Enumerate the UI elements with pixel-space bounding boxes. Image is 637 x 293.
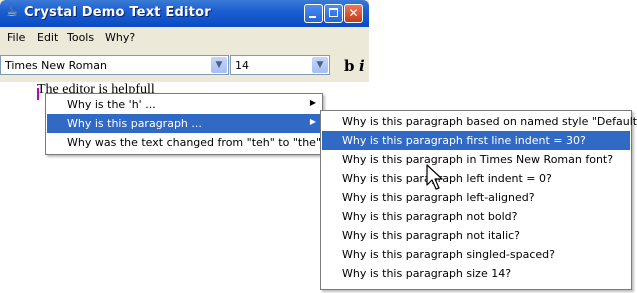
font-size-value: 14 [235,59,249,72]
submenu-item-label: Why is this paragraph in Times New Roman… [342,153,614,166]
chevron-down-icon[interactable]: ▼ [211,57,227,73]
submenu-item[interactable]: Why is this paragraph in Times New Roman… [322,150,630,169]
context-item-label: Why is the 'h' ... [67,98,156,111]
bold-button[interactable]: b [344,57,355,75]
submenu-item[interactable]: Why is this paragraph first line indent … [322,131,630,150]
submenu-arrow-icon: ▶ [309,98,316,107]
context-item-why-h[interactable]: Why is the 'h' ... ▶ [47,95,321,114]
submenu-item-label: Why is this paragraph size 14? [342,267,512,280]
font-family-select[interactable]: Times New Roman ▼ [0,55,229,75]
window-title: Crystal Demo Text Editor [24,5,211,20]
submenu-item-label: Why is this paragraph left-aligned? [342,191,535,204]
close-icon: ✕ [348,6,359,20]
submenu-item[interactable]: Why is this paragraph size 14? [322,264,630,283]
context-item-why-text-changed[interactable]: Why was the text changed from "teh" to "… [47,133,327,152]
submenu-item[interactable]: Why is this paragraph left-aligned? [322,188,630,207]
app-icon: ☕ [6,5,18,20]
submenu-arrow-icon: ▶ [309,117,316,126]
minimize-icon [309,16,316,18]
submenu-item-label: Why is this paragraph not italic? [342,229,521,242]
context-item-why-paragraph[interactable]: Why is this paragraph ... ▶ [47,114,321,133]
submenu-item[interactable]: Why is this paragraph not italic? [322,226,630,245]
menu-edit[interactable]: Edit [37,31,58,44]
context-item-label: Why was the text changed from "teh" to "… [67,136,327,149]
submenu-item-label: Why is this paragraph based on named sty… [342,115,637,128]
menu-file[interactable]: File [7,31,25,44]
maximize-icon [329,8,338,17]
context-item-label: Why is this paragraph ... [67,117,202,130]
paragraph-submenu: Why is this paragraph based on named sty… [320,110,637,290]
title-bar[interactable]: ☕ Crystal Demo Text Editor ✕ [0,0,369,27]
italic-button[interactable]: i [359,57,365,75]
menu-bar: File Edit Tools Why? [0,27,369,47]
menu-why[interactable]: Why? [105,31,135,44]
minimize-button[interactable] [304,4,323,23]
font-family-value: Times New Roman [5,59,107,72]
submenu-item[interactable]: Why is this paragraph not bold? [322,207,630,226]
menu-tools[interactable]: Tools [67,31,94,44]
submenu-item-label: Why is this paragraph singled-spaced? [342,248,555,261]
submenu-item[interactable]: Why is this paragraph based on named sty… [322,112,637,131]
context-menu: Why is the 'h' ... ▶ Why is this paragra… [45,93,327,155]
mouse-pointer-icon [426,164,443,190]
submenu-item[interactable]: Why is this paragraph singled-spaced? [322,245,630,264]
submenu-item-label: Why is this paragraph not bold? [342,210,518,223]
font-size-select[interactable]: 14 ▼ [230,55,330,75]
chevron-down-icon[interactable]: ▼ [312,57,328,73]
submenu-item-label: Why is this paragraph first line indent … [342,134,586,147]
maximize-button[interactable] [324,4,343,23]
close-button[interactable]: ✕ [344,4,363,23]
submenu-item[interactable]: Why is this paragraph left indent = 0? [322,169,630,188]
format-toolbar: Times New Roman ▼ 14 ▼ b i [0,48,369,82]
